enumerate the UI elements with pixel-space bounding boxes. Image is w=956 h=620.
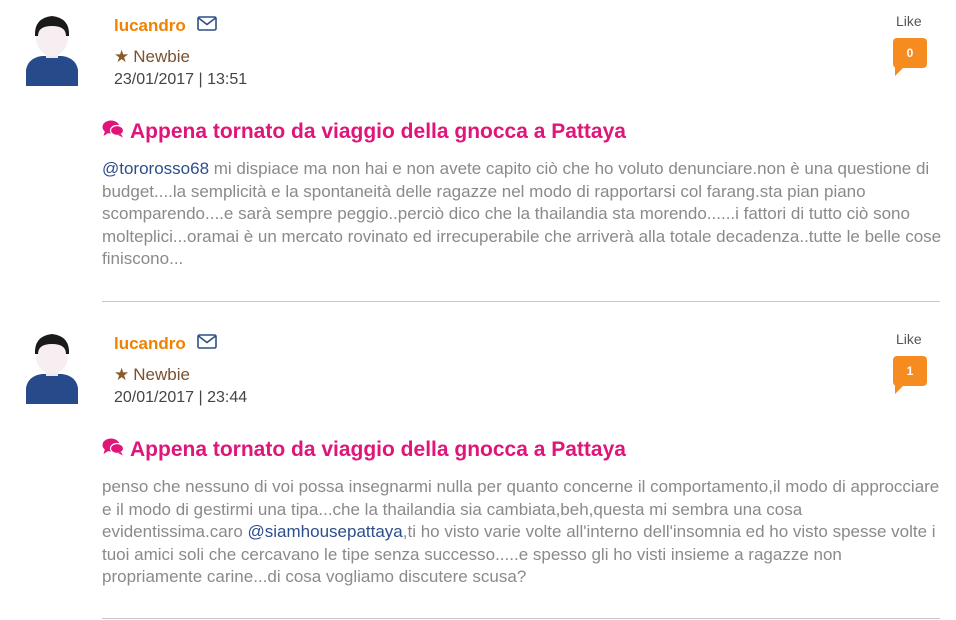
user-rank: ★ Newbie xyxy=(114,47,190,67)
username-label[interactable]: lucandro xyxy=(114,16,186,36)
body-text: mi dispiace ma non hai e non avete capit… xyxy=(102,159,942,269)
mention-link[interactable]: @tororosso68 xyxy=(102,159,209,178)
username-link[interactable]: lucandro xyxy=(114,16,217,36)
like-count: 0 xyxy=(906,46,914,60)
divider xyxy=(102,301,940,302)
divider xyxy=(102,618,940,619)
avatar[interactable] xyxy=(24,14,80,86)
like-count: 1 xyxy=(906,364,914,378)
star-icon: ★ xyxy=(114,365,130,384)
post-title-link[interactable]: Appena tornato da viaggio della gnocca a… xyxy=(102,120,626,144)
comments-icon xyxy=(102,438,125,462)
post-title-link[interactable]: Appena tornato da viaggio della gnocca a… xyxy=(102,438,626,462)
post-body: penso che nessuno di voi possa insegnarm… xyxy=(102,476,942,589)
avatar[interactable] xyxy=(24,332,80,404)
star-icon: ★ xyxy=(114,47,130,66)
like-label: Like xyxy=(896,331,922,347)
comments-icon xyxy=(102,120,125,144)
post-date: 23/01/2017 | 13:51 xyxy=(114,71,248,88)
username-link[interactable]: lucandro xyxy=(114,334,217,354)
rank-label: Newbie xyxy=(133,365,190,384)
envelope-icon[interactable] xyxy=(196,16,217,36)
post-title[interactable]: Appena tornato da viaggio della gnocca a… xyxy=(130,438,626,462)
post-title[interactable]: Appena tornato da viaggio della gnocca a… xyxy=(130,120,626,144)
rank-label: Newbie xyxy=(133,47,190,66)
post-date: 20/01/2017 | 23:44 xyxy=(114,389,248,406)
post-item: lucandro ★ Newbie 20/01/2017 | 23:44 Lik… xyxy=(0,318,956,620)
like-button[interactable]: 1 xyxy=(893,356,927,394)
user-rank: ★ Newbie xyxy=(114,365,190,385)
mention-link[interactable]: @siamhousepattaya xyxy=(248,522,403,541)
post-body: @tororosso68 mi dispiace ma non hai e no… xyxy=(102,158,942,271)
like-button[interactable]: 0 xyxy=(893,38,927,76)
post-item: lucandro ★ Newbie 23/01/2017 | 13:51 Lik… xyxy=(0,0,956,318)
envelope-icon[interactable] xyxy=(196,334,217,354)
like-label: Like xyxy=(896,13,922,29)
username-label[interactable]: lucandro xyxy=(114,334,186,354)
